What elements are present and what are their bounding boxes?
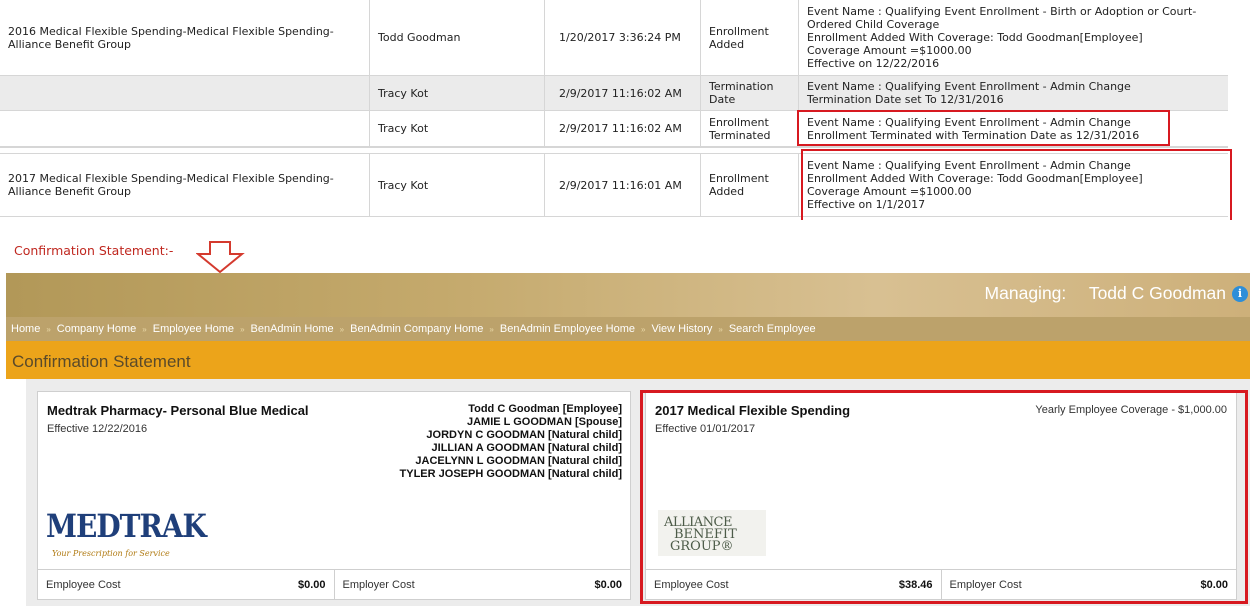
detail-line: Enrollment Added With Coverage: Todd Goo… [807,31,1143,44]
action-cell: Termination Date [701,76,799,110]
plan-title: Medtrak Pharmacy- Personal Blue Medical [47,403,309,418]
date-cell: 2/9/2017 11:16:02 AM [545,111,701,146]
member-name: JILLIAN A GOODMAN [Natural child] [431,442,622,454]
cost-row: Employee Cost $0.00 Employer Cost $0.00 [38,569,630,599]
plan-card-medtrak: Medtrak Pharmacy- Personal Blue Medical … [37,391,631,600]
info-icon[interactable]: i [1232,286,1248,302]
breadcrumb: Home » Company Home » Employee Home » Be… [6,317,1250,341]
member-name: JORDYN C GOODMAN [Natural child] [426,429,622,441]
plan-effective-date: Effective 12/22/2016 [47,423,148,435]
breadcrumb-benadmin-employee-home[interactable]: BenAdmin Employee Home [500,323,635,335]
breadcrumb-benadmin-home[interactable]: BenAdmin Home [251,323,334,335]
detail-line: Coverage Amount =$1000.00 [807,44,972,57]
logo-text: MEDTRAK [46,508,207,545]
breadcrumb-search-employee[interactable]: Search Employee [729,323,816,335]
chevron-right-icon: » [718,324,723,334]
details-cell: Event Name : Qualifying Event Enrollment… [799,0,1228,75]
chevron-right-icon: » [641,324,646,334]
member-name: TYLER JOSEPH GOODMAN [Natural child] [399,468,622,480]
chevron-right-icon: » [142,324,147,334]
employer-cost-value: $0.00 [594,578,622,591]
plan-cell: 2017 Medical Flexible Spending-Medical F… [0,154,370,216]
highlight-box [801,149,1232,220]
detail-line: Termination Date set To 12/31/2016 [807,93,1004,106]
user-cell: Tracy Kot [370,76,545,110]
chevron-right-icon: » [46,324,51,334]
employer-cost-label: Employer Cost [342,578,415,591]
table-row: 2016 Medical Flexible Spending-Medical F… [0,0,1228,76]
plan-cell [0,76,370,110]
page-title: Confirmation Statement [6,341,1250,379]
action-cell: Enrollment Added [701,154,799,216]
details-cell: Event Name : Qualifying Event Enrollment… [799,76,1228,110]
detail-line: Effective on 12/22/2016 [807,57,940,70]
confirmation-label: Confirmation Statement:- [14,243,174,258]
action-cell: Enrollment Terminated [701,111,799,146]
chevron-right-icon: » [489,324,494,334]
user-cell: Tracy Kot [370,111,545,146]
member-name: JACELYNN L GOODMAN [Natural child] [415,455,622,467]
medtrak-logo: MEDTRAK Your Prescription for Service [46,508,207,561]
date-cell: 1/20/2017 3:36:24 PM [545,0,701,75]
action-cell: Enrollment Added [701,0,799,75]
date-cell: 2/9/2017 11:16:02 AM [545,76,701,110]
employee-cost-label: Employee Cost [46,578,121,591]
user-cell: Tracy Kot [370,154,545,216]
detail-line: Event Name : Qualifying Event Enrollment… [807,5,1197,31]
employee-cost: Employee Cost $0.00 [38,570,334,599]
employee-cost-value: $0.00 [297,578,326,591]
highlight-box [797,110,1170,146]
managing-name: Todd C Goodman [1088,283,1226,303]
covered-members: Todd C Goodman [Employee] JAMIE L GOODMA… [400,403,622,481]
arrow-down-icon [196,241,245,274]
logo-tagline: Your Prescription for Service [52,549,170,558]
member-name: Todd C Goodman [Employee] [468,403,622,415]
managing-info: Managing: Todd C Goodman [985,283,1226,304]
breadcrumb-company-home[interactable]: Company Home [57,323,136,335]
user-cell: Todd Goodman [370,0,545,75]
detail-line: Event Name : Qualifying Event Enrollment… [807,80,1131,93]
chevron-right-icon: » [240,324,245,334]
breadcrumb-benadmin-company-home[interactable]: BenAdmin Company Home [350,323,483,335]
managing-label: Managing: [984,283,1067,303]
plan-cell [0,111,370,146]
header-banner: Managing: Todd C Goodman i [6,273,1250,317]
breadcrumb-employee-home[interactable]: Employee Home [153,323,234,335]
member-name: JAMIE L GOODMAN [Spouse] [466,416,622,428]
breadcrumb-view-history[interactable]: View History [651,323,712,335]
history-table: 2016 Medical Flexible Spending-Medical F… [0,0,1250,220]
plan-cell: 2016 Medical Flexible Spending-Medical F… [0,0,370,75]
chevron-right-icon: » [339,324,345,334]
highlight-box [640,390,1248,604]
table-row: Tracy Kot 2/9/2017 11:16:02 AM Terminati… [0,76,1228,111]
date-cell: 2/9/2017 11:16:01 AM [545,154,701,216]
employer-cost: Employer Cost $0.00 [333,570,631,599]
breadcrumb-home[interactable]: Home [11,323,40,335]
